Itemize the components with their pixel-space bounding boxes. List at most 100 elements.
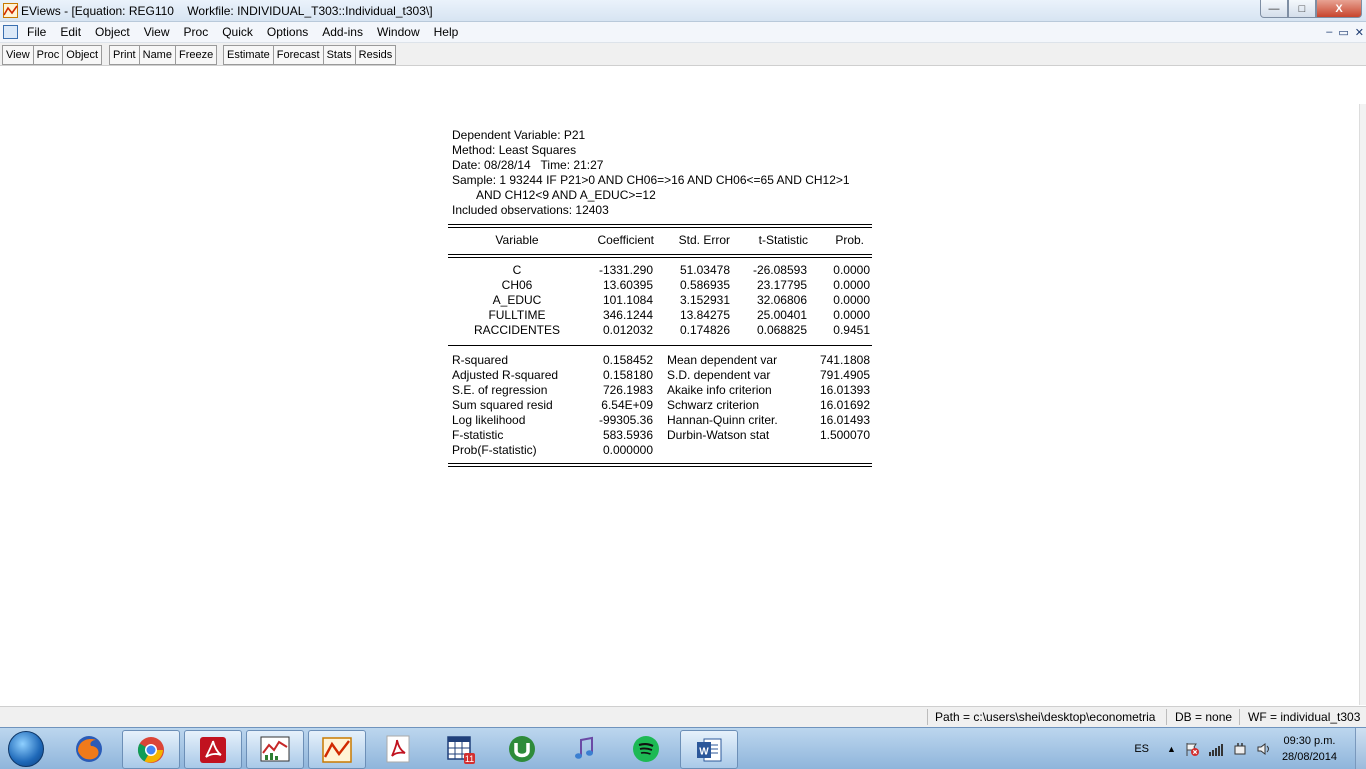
show-desktop-button[interactable]	[1355, 728, 1366, 769]
itunes-taskbar-button[interactable]	[556, 730, 612, 767]
stat-label: R-squared	[452, 353, 509, 367]
eviews-icon	[322, 736, 352, 763]
menu-quick[interactable]: Quick	[215, 25, 260, 39]
col-header-prob: Prob.	[835, 233, 864, 247]
minimize-button[interactable]: —	[1260, 0, 1288, 18]
show-hidden-icons-icon[interactable]: ▲	[1167, 741, 1176, 757]
stat-label: S.E. of regression	[452, 383, 548, 397]
eviews-chart-taskbar-button[interactable]	[246, 730, 304, 769]
volume-icon[interactable]	[1256, 741, 1272, 757]
stat-value: 0.158180	[602, 368, 653, 382]
title-bar: EViews - [Equation: REG110 Workfile: IND…	[0, 0, 1366, 22]
method-line: Method: Least Squares	[452, 143, 577, 157]
stat-value: 0.000000	[602, 443, 653, 457]
clock-date: 28/08/2014	[1281, 750, 1337, 763]
prob-value: 0.9451	[833, 323, 870, 337]
menu-add-ins[interactable]: Add-ins	[315, 25, 370, 39]
menu-items: File Edit Object View Proc Quick Options…	[20, 25, 465, 39]
eviews-taskbar-button[interactable]	[308, 730, 366, 769]
resids-button[interactable]: Resids	[354, 45, 397, 65]
document-window-controls: – ▭ ✕	[1326, 26, 1364, 39]
rule-stats	[448, 345, 872, 346]
name-button[interactable]: Name	[138, 45, 176, 65]
pdf-taskbar-button[interactable]	[370, 730, 426, 767]
status-bar: Path = c:\users\shei\desktop\econometria…	[0, 706, 1366, 727]
start-button[interactable]	[6, 731, 46, 767]
system-tray: ES ▲ 09:30 p.m. 28/08/2014	[1134, 728, 1366, 769]
prob-value: 0.0000	[833, 278, 870, 292]
calendar-taskbar-button[interactable]: 11	[432, 730, 488, 767]
menu-file[interactable]: File	[20, 25, 53, 39]
stat-value: 16.01493	[819, 413, 870, 427]
status-divider	[1166, 709, 1167, 725]
action-center-flag-icon[interactable]	[1184, 741, 1200, 757]
status-path: Path = c:\users\shei\desktop\econometria	[935, 710, 1156, 724]
chrome-icon	[137, 736, 164, 763]
col-header-coefficient: Coefficient	[597, 233, 654, 247]
itunes-icon	[575, 736, 593, 759]
estimate-button[interactable]: Estimate	[223, 45, 274, 65]
utorrent-taskbar-button[interactable]	[494, 730, 550, 767]
eviews-chart-icon	[260, 736, 290, 761]
menu-bar: File Edit Object View Proc Quick Options…	[0, 22, 1366, 43]
system-clock[interactable]: 09:30 p.m. 28/08/2014	[1282, 733, 1337, 765]
toolbar-group-view: View Proc Object	[2, 45, 103, 65]
eviews-app-icon[interactable]	[3, 3, 18, 18]
network-signal-icon[interactable]	[1208, 741, 1224, 757]
language-indicator[interactable]: ES	[1134, 743, 1149, 755]
vertical-scrollbar[interactable]	[1359, 104, 1366, 705]
toolbar-group-print: Print Name Freeze	[109, 45, 218, 65]
stat-value: 0.158452	[602, 353, 653, 367]
svg-text:11: 11	[465, 754, 474, 764]
stat-label: Sum squared resid	[452, 398, 553, 412]
stat-label: F-statistic	[452, 428, 504, 442]
word-taskbar-button[interactable]: W	[680, 730, 738, 769]
spotify-icon	[633, 735, 659, 762]
menu-edit[interactable]: Edit	[53, 25, 88, 39]
stat-label: Hannan-Quinn criter.	[667, 413, 778, 427]
firefox-taskbar-button[interactable]	[61, 730, 117, 767]
stat-value: 726.1983	[602, 383, 653, 397]
stats-button[interactable]: Stats	[322, 45, 356, 65]
object-toolbar: View Proc Object Print Name Freeze Estim…	[0, 43, 1366, 66]
col-header-variable: Variable	[495, 233, 539, 247]
menu-proc[interactable]: Proc	[177, 25, 216, 39]
window-controls: — □ X	[1260, 0, 1362, 18]
prob-value: 0.0000	[833, 293, 870, 307]
sample-line: Sample: 1 93244 IF P21>0 AND CH06=>16 AN…	[452, 173, 850, 187]
view-button[interactable]: View	[2, 45, 34, 65]
power-plug-icon[interactable]	[1232, 741, 1248, 757]
menu-view[interactable]: View	[137, 25, 177, 39]
stat-value: 6.54E+09	[601, 398, 653, 412]
menu-object[interactable]: Object	[88, 25, 137, 39]
rule-top-2	[448, 227, 872, 228]
spotify-taskbar-button[interactable]	[618, 730, 674, 767]
stat-label: S.D. dependent var	[667, 368, 771, 382]
doc-close-icon[interactable]: ✕	[1355, 26, 1364, 39]
status-divider	[927, 709, 928, 725]
freeze-button[interactable]: Freeze	[174, 45, 218, 65]
stat-label: Adjusted R-squared	[452, 368, 559, 382]
chrome-taskbar-button[interactable]	[122, 730, 180, 769]
tray-icons: ▲	[1167, 741, 1272, 757]
forecast-button[interactable]: Forecast	[272, 45, 324, 65]
stat-label: Akaike info criterion	[667, 383, 772, 397]
prob-value: 0.0000	[833, 308, 870, 322]
word-icon: W	[697, 738, 722, 761]
menu-help[interactable]: Help	[427, 25, 466, 39]
maximize-button[interactable]: □	[1288, 0, 1316, 18]
menu-window[interactable]: Window	[370, 25, 427, 39]
print-button[interactable]: Print	[109, 45, 140, 65]
close-button[interactable]: X	[1316, 0, 1362, 18]
sample-line-continued: AND CH12<9 AND A_EDUC>=12	[476, 188, 656, 202]
object-button[interactable]: Object	[62, 45, 103, 65]
acrobat-icon	[200, 736, 226, 763]
doc-minimize-icon[interactable]: –	[1326, 26, 1332, 39]
document-window-icon[interactable]	[3, 25, 18, 39]
acrobat-taskbar-button[interactable]	[184, 730, 242, 769]
stat-value: 583.5936	[602, 428, 653, 442]
proc-button[interactable]: Proc	[32, 45, 64, 65]
rule-mid-2	[448, 257, 872, 258]
doc-restore-icon[interactable]: ▭	[1338, 26, 1348, 39]
menu-options[interactable]: Options	[260, 25, 315, 39]
